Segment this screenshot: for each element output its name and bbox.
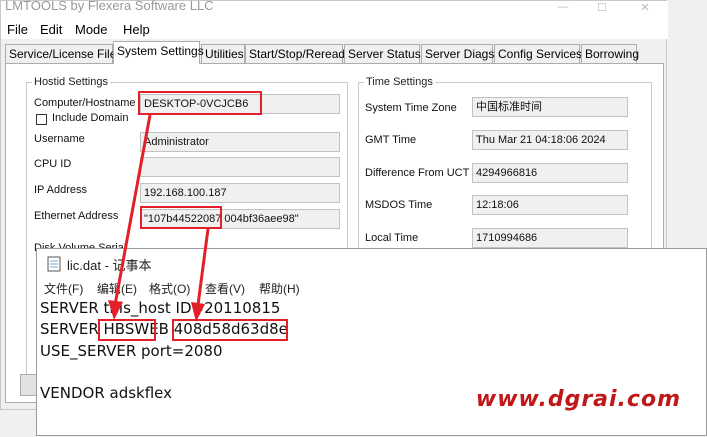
hbsweb-highlight	[98, 319, 156, 341]
watermark: www.dgrai.com	[475, 387, 681, 412]
hostid-highlight	[172, 319, 288, 341]
annotation-arrows	[108, 114, 210, 322]
ethernet-arrow	[191, 228, 210, 322]
hostname-arrow	[108, 114, 152, 320]
